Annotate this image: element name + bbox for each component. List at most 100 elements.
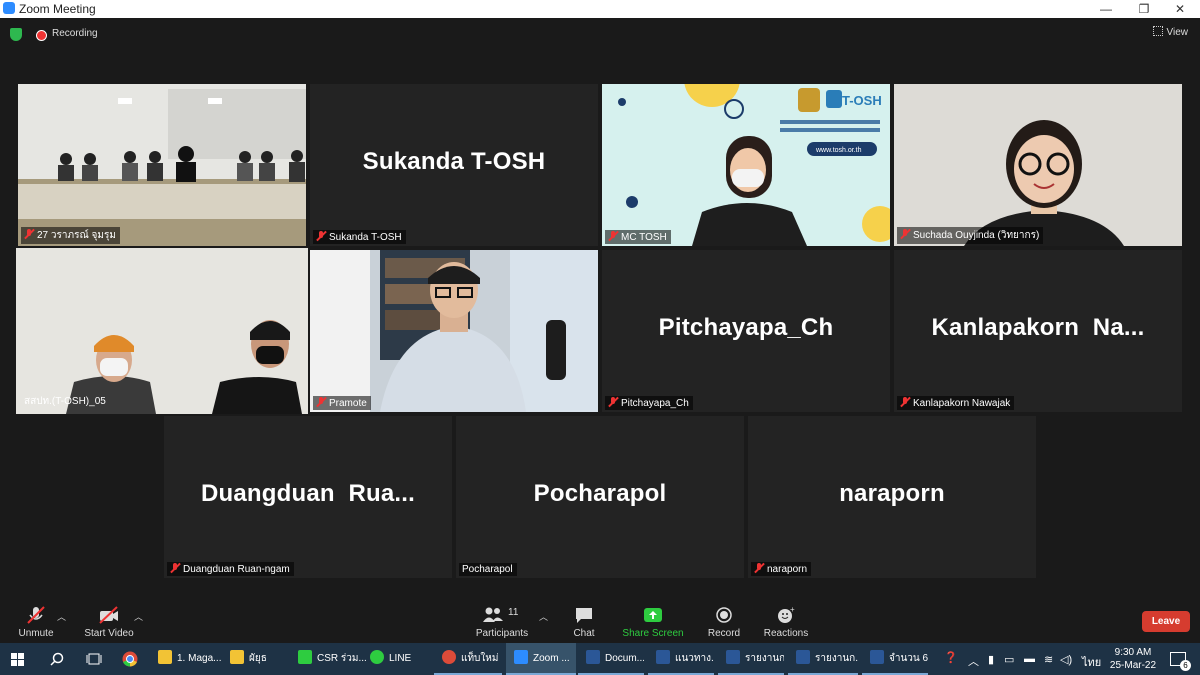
volume-icon[interactable]: ◁) [1060,653,1072,666]
zoom-app-icon [3,2,15,14]
participants-count: 11 [508,607,519,618]
taskbar-app[interactable]: แนวทาง... [648,643,714,675]
notification-count: 6 [1180,660,1191,671]
participant-display-name: Pitchayapa_Ch [658,314,834,341]
speaker-video [310,250,598,412]
recording-dot-icon [36,30,47,41]
taskbar-app[interactable]: Docum... [578,643,644,675]
word-icon [656,650,670,664]
participant-name: Kanlapakorn Nawajak [897,396,1015,410]
windows-taskbar: 1. Maga... ผัยุธ CSR ร่วม... LINE แท็บให… [0,643,1200,675]
video-tile[interactable]: Suchada Ouyjinda (วิทยากร) [894,84,1182,246]
mic-muted-icon [900,397,910,407]
leave-button[interactable]: Leave [1142,611,1190,632]
meeting-controls-bar: Unmute ︿ Start Video ︿ 11 Participants ︿… [0,598,1200,643]
unmute-button[interactable]: Unmute [16,606,56,639]
video-options-caret-icon[interactable]: ︿ [134,610,143,623]
clock-time: 9:30 AM [1114,647,1152,658]
mic-muted-icon [900,229,910,239]
help-icon[interactable]: ❓ [944,651,958,664]
taskbar-app[interactable]: รายงานก... [718,643,784,675]
video-tile[interactable]: Sukanda T-OSH Sukanda T-OSH [310,84,598,246]
mic-muted-icon [24,229,34,239]
taskbar-clock[interactable]: 9:30 AM 25-Mar-22 [1108,646,1158,672]
taskbar-app[interactable]: 1. Maga... [150,643,228,675]
video-tile[interactable]: Pitchayapa_Ch Pitchayapa_Ch [602,250,890,412]
video-tile[interactable]: Kanlapakorn Na... Kanlapakorn Nawajak [894,250,1182,412]
participants-button[interactable]: 11 Participants [474,606,530,639]
wifi-icon[interactable]: ≋ [1044,653,1053,666]
notification-center-icon[interactable]: 6 [1170,652,1191,671]
record-label: Record [707,628,741,639]
audio-options-caret-icon[interactable]: ︿ [57,610,66,623]
devices-tray-icon[interactable]: ▭ [1004,653,1014,666]
chrome-icon[interactable] [122,651,138,667]
restore-button[interactable]: ❐ [1124,0,1164,18]
chat-button[interactable]: Chat [564,606,604,639]
participant-name: MC TOSH [605,230,671,244]
participant-name: Pocharapol [459,563,517,576]
video-tile[interactable]: Duangduan Rua... Duangduan Ruan-ngam [164,416,452,578]
chat-label: Chat [573,628,595,639]
tray-overflow-icon[interactable]: ︿ [968,653,979,669]
recording-label: Recording [52,28,98,39]
video-tile[interactable]: naraporn naraporn [748,416,1036,578]
taskbar-app[interactable]: CSR ร่วม... [290,643,366,675]
word-icon [796,650,810,664]
participant-display-name: Duangduan Rua... [200,480,416,507]
mic-muted-icon [608,231,618,241]
participant-name: naraporn [751,562,812,576]
video-tile-active-speaker[interactable]: สสปท.(T-OSH)_05 [16,248,308,414]
security-shield-icon[interactable] [10,28,22,41]
zoom-icon [514,650,528,664]
word-icon [586,650,600,664]
participants-icon: 11 [482,606,522,624]
mic-muted-icon [316,397,326,407]
participants-label: Participants [475,628,529,639]
video-tile[interactable]: 27 วราภรณ์ จุมรุม [18,84,306,246]
participant-name: Pramote [313,396,371,410]
video-tile[interactable]: T-OSH www.tosh.or.th MC TOSH [602,84,890,246]
view-button[interactable]: View [1152,26,1189,38]
participant-name: สสปท.(T-OSH)_05 [24,396,106,407]
task-view-icon[interactable] [86,652,102,666]
window-title: Zoom Meeting [19,2,96,16]
grid-icon [1152,26,1163,36]
reactions-button[interactable]: + Reactions [762,606,810,639]
people-app-icon [298,650,312,664]
video-tile[interactable]: Pramote [310,250,598,412]
participant-display-name: Kanlapakorn Na... [931,314,1145,341]
taskbar-app-zoom[interactable]: Zoom ... [506,643,576,675]
folder-icon [230,650,244,664]
participants-options-caret-icon[interactable]: ︿ [539,610,548,623]
close-button[interactable]: ✕ [1160,0,1200,18]
taskbar-app[interactable]: จำนวน 6... [862,643,928,675]
taskbar-app[interactable]: แท็บใหม่ ... [434,643,502,675]
microphone-tray-icon[interactable]: ▮ [988,653,994,666]
battery-icon[interactable]: ▬ [1024,653,1035,665]
input-language[interactable]: ไทย [1082,653,1101,671]
participant-name: 27 วราภรณ์ จุมรุม [21,227,120,244]
svg-text:T-OSH: T-OSH [842,93,882,108]
taskbar-app[interactable]: รายงานก... [788,643,858,675]
participants-video [16,248,308,414]
record-button[interactable]: Record [704,606,744,639]
windows-start-icon[interactable] [11,653,24,666]
participant-display-name: Pocharapol [533,480,667,507]
reaction-smiley-icon: + [778,606,795,623]
svg-text:+: + [790,606,795,614]
participant-name: Sukanda T-OSH [313,230,406,244]
share-screen-button[interactable]: Share Screen [622,606,684,639]
view-label: View [1166,27,1189,38]
start-video-button[interactable]: Start Video [82,606,136,639]
presenter-video: T-OSH www.tosh.or.th [602,84,890,246]
video-tile[interactable]: Pocharapol Pocharapol [456,416,744,578]
search-icon[interactable] [50,652,64,666]
mic-muted-icon [316,231,326,241]
word-icon [870,650,884,664]
minimize-button[interactable]: — [1086,0,1126,18]
participant-name: Duangduan Ruan-ngam [167,562,294,576]
taskbar-app[interactable]: ผัยุธ [222,643,292,675]
svg-text:www.tosh.or.th: www.tosh.or.th [815,147,862,154]
taskbar-app[interactable]: LINE [362,643,436,675]
